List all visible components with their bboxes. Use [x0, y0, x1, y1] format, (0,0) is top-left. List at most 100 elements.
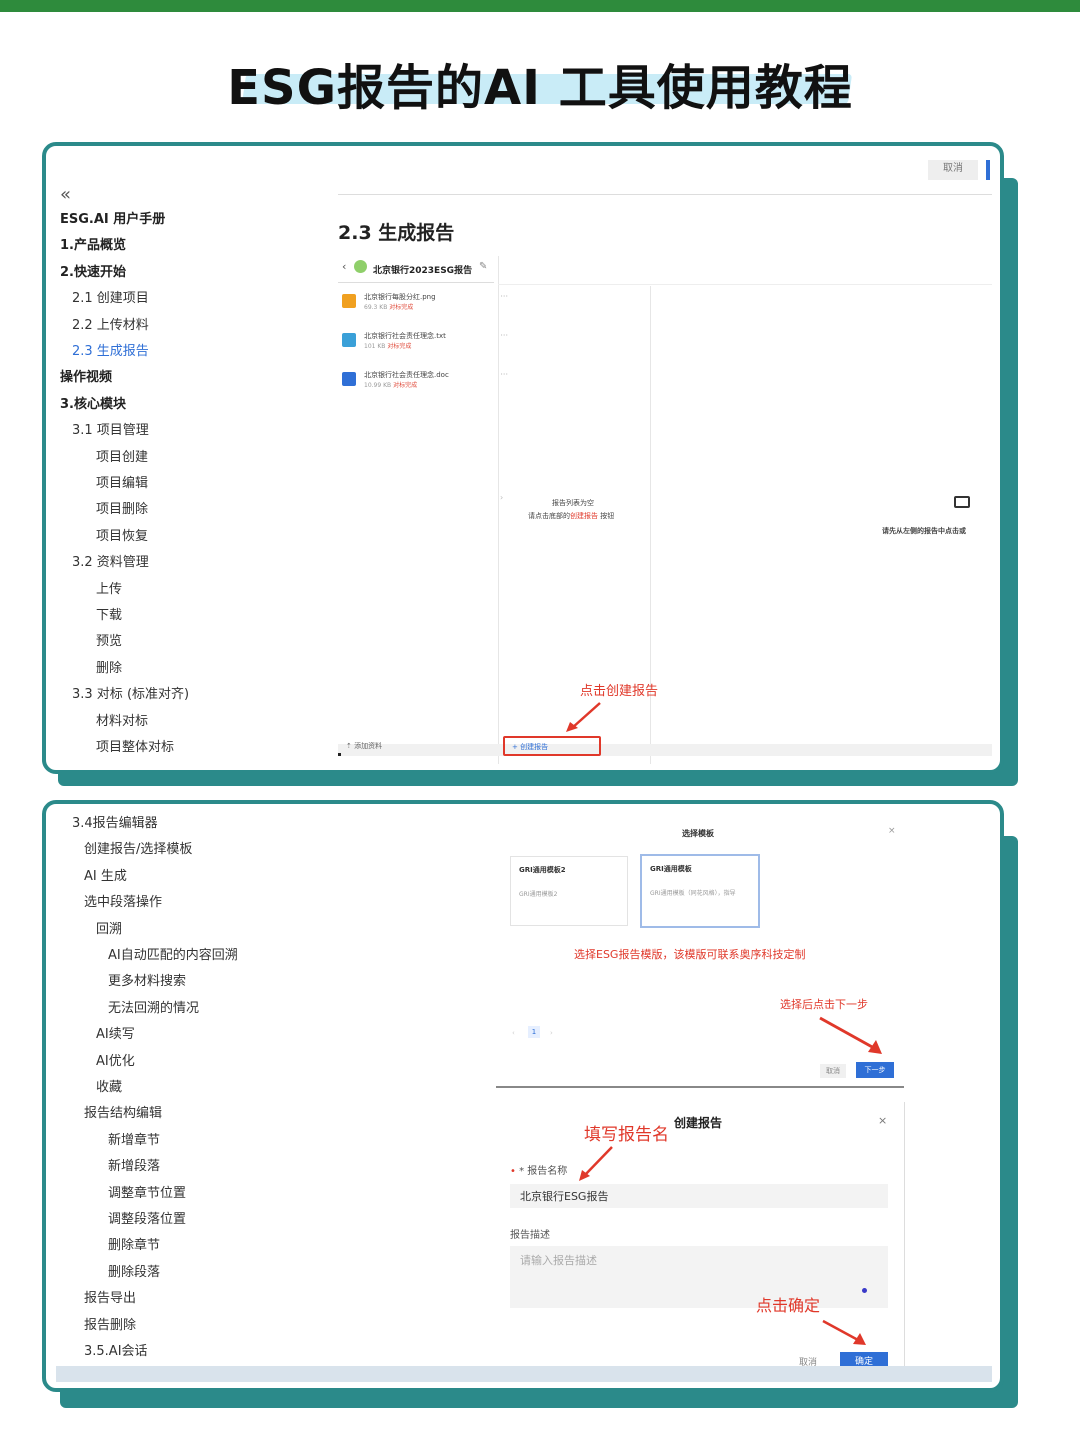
toc-item[interactable]: 删除	[96, 657, 122, 676]
more-options-icon[interactable]: ···	[500, 292, 508, 301]
file-meta: 10.99 KB 对标完成	[364, 380, 417, 389]
toc-item[interactable]: 报告导出	[84, 1287, 136, 1306]
toc-item[interactable]: 3.4报告编辑器	[72, 812, 158, 831]
toc-item[interactable]: 3.2 资料管理	[72, 551, 149, 570]
footer-dot	[338, 753, 341, 756]
empty-hint-link[interactable]: 创建报告	[570, 512, 598, 520]
more-options-icon[interactable]: ···	[500, 370, 508, 379]
toc-item[interactable]: 调整段落位置	[108, 1208, 186, 1227]
toc-item[interactable]: 报告结构编辑	[84, 1102, 162, 1121]
toc-item[interactable]: 创建报告/选择模板	[84, 838, 192, 857]
bottom-band	[56, 1366, 992, 1382]
file-type-icon	[342, 372, 356, 386]
toc-item[interactable]: 3.3 对标 (标准对齐)	[72, 683, 189, 702]
page-next-icon[interactable]: ›	[550, 1029, 553, 1037]
right-panel-hint: 请先从左侧的报告中点击或	[882, 527, 966, 535]
toc-item[interactable]: 新增章节	[108, 1129, 160, 1148]
toc-item[interactable]: 回溯	[96, 918, 122, 937]
project-divider	[338, 282, 494, 283]
toc-item[interactable]: 项目创建	[96, 446, 148, 465]
page-number[interactable]: 1	[528, 1026, 540, 1038]
empty-hint-text: 请点击底部的	[528, 512, 570, 520]
report-name-input[interactable]: 北京银行ESG报告	[510, 1184, 888, 1208]
toc-item[interactable]: 项目删除	[96, 498, 148, 517]
file-size: 10.99 KB	[364, 382, 392, 389]
toc-item[interactable]: 删除段落	[108, 1261, 160, 1280]
confirm-annotation: 点击确定	[756, 1296, 821, 1315]
panel2-screenshot: 3.4报告编辑器创建报告/选择模板 AI 生成选中段落操作回溯 AI自动匹配的内容回…	[56, 810, 992, 1382]
fill-arrow-icon	[579, 1146, 613, 1181]
file-type-icon	[342, 333, 356, 347]
report-desc-textarea[interactable]: 请输入报告描述	[510, 1246, 888, 1308]
empty-state-line1: 报告列表为空	[552, 499, 594, 507]
toc-item[interactable]: 项目编辑	[96, 472, 148, 491]
toc-item[interactable]: 新增段落	[108, 1155, 160, 1174]
scroll-indicator	[986, 160, 990, 180]
create-modal-title: 创建报告	[674, 1116, 723, 1130]
toc-item[interactable]: 3.核心模块	[60, 393, 126, 412]
back-chevron-icon[interactable]: ‹	[342, 260, 346, 273]
template-card-selected[interactable]: GRI通用模板 GRI通用模板（同花风格），指导	[640, 854, 760, 928]
toc-item[interactable]: 收藏	[96, 1076, 122, 1095]
file-item[interactable]: 北京银行每股分红.png 69.3 KB 对标完成 ···	[342, 292, 508, 322]
toc-item[interactable]: 项目恢复	[96, 525, 148, 544]
toc-item[interactable]: 下载	[96, 604, 122, 623]
file-status: 对标完成	[389, 304, 414, 311]
file-name: 北京银行每股分红.png	[364, 293, 436, 301]
toc-item[interactable]: 1.产品概览	[60, 234, 126, 253]
section-title: 2.3 生成报告	[338, 222, 455, 244]
toc-item[interactable]: 2.1 创建项目	[72, 287, 149, 306]
file-meta: 101 KB 对标完成	[364, 341, 411, 350]
toc-item[interactable]: AI 生成	[84, 865, 127, 884]
header-divider	[338, 194, 992, 195]
toc-item[interactable]: 材料对标	[96, 710, 148, 729]
project-name: 北京银行2023ESG报告	[373, 266, 473, 276]
template-cancel-button[interactable]: 取消	[820, 1064, 846, 1078]
annotation-arrow-icon	[566, 702, 601, 732]
toc-item[interactable]: 2.快速开始	[60, 261, 126, 280]
create-close-icon[interactable]: ×	[878, 1114, 887, 1127]
annotation-create-report: 点击创建报告	[580, 684, 659, 699]
template-close-icon[interactable]: ×	[888, 826, 896, 836]
create-report-button[interactable]: + 创建报告	[512, 742, 548, 752]
more-options-icon[interactable]: ···	[500, 331, 508, 340]
top-accent-bar	[0, 0, 1080, 12]
toc-item[interactable]: ESG.AI 用户手册	[60, 208, 165, 227]
footer-band	[338, 744, 992, 756]
toc-item[interactable]: 删除章节	[108, 1234, 160, 1253]
confirm-arrow-icon	[822, 1319, 866, 1345]
file-item[interactable]: 北京银行社会责任理念.doc 10.99 KB 对标完成 ···	[342, 370, 508, 400]
add-material-link[interactable]: ⇡ 添加资料	[346, 741, 382, 751]
toc-item[interactable]: 3.5.AI会话	[84, 1340, 148, 1359]
toc-item[interactable]: AI续写	[96, 1023, 135, 1042]
collapse-sidebar-icon[interactable]: «	[60, 184, 71, 205]
report-name-label-text: * 报告名称	[519, 1166, 568, 1177]
template-title: GRI通用模板2	[519, 866, 566, 874]
cancel-button[interactable]: 取消	[928, 160, 978, 180]
toc-item[interactable]: 2.3 生成报告	[72, 340, 149, 359]
page-prev-icon[interactable]: ‹	[512, 1029, 515, 1037]
toc-item[interactable]: 上传	[96, 578, 122, 597]
template-card[interactable]: GRI通用模板2 GRI通用模板2	[510, 856, 628, 926]
toc-item[interactable]: 无法回溯的情况	[108, 997, 199, 1016]
toc-item[interactable]: AI优化	[96, 1050, 135, 1069]
edit-pencil-icon[interactable]: ✎	[479, 261, 487, 272]
collapse-arrow-icon[interactable]: ›	[500, 493, 503, 502]
file-meta: 69.3 KB 对标完成	[364, 302, 413, 311]
toc-item[interactable]: 3.1 项目管理	[72, 419, 149, 438]
template-next-button[interactable]: 下一步	[856, 1062, 894, 1078]
toc-item[interactable]: 预览	[96, 630, 122, 649]
report-desc-label: 报告描述	[510, 1230, 550, 1241]
toc-item[interactable]: 项目整体对标	[96, 736, 174, 755]
toc-item[interactable]: 操作视频	[60, 366, 112, 385]
toc-item[interactable]: 调整章节位置	[108, 1182, 186, 1201]
toc-item[interactable]: 更多材料搜索	[108, 970, 186, 989]
empty-hint-tail: 按钮	[600, 512, 615, 520]
toc-item[interactable]: AI自动匹配的内容回溯	[108, 944, 238, 963]
title-area: ESG报告的AI 工具使用教程	[0, 44, 1080, 116]
list-header-divider	[498, 284, 992, 285]
toc-item[interactable]: 2.2 上传材料	[72, 314, 149, 333]
toc-item[interactable]: 选中段落操作	[84, 891, 162, 910]
file-item[interactable]: 北京银行社会责任理念.txt 101 KB 对标完成 ···	[342, 331, 508, 361]
toc-item[interactable]: 报告删除	[84, 1314, 136, 1333]
